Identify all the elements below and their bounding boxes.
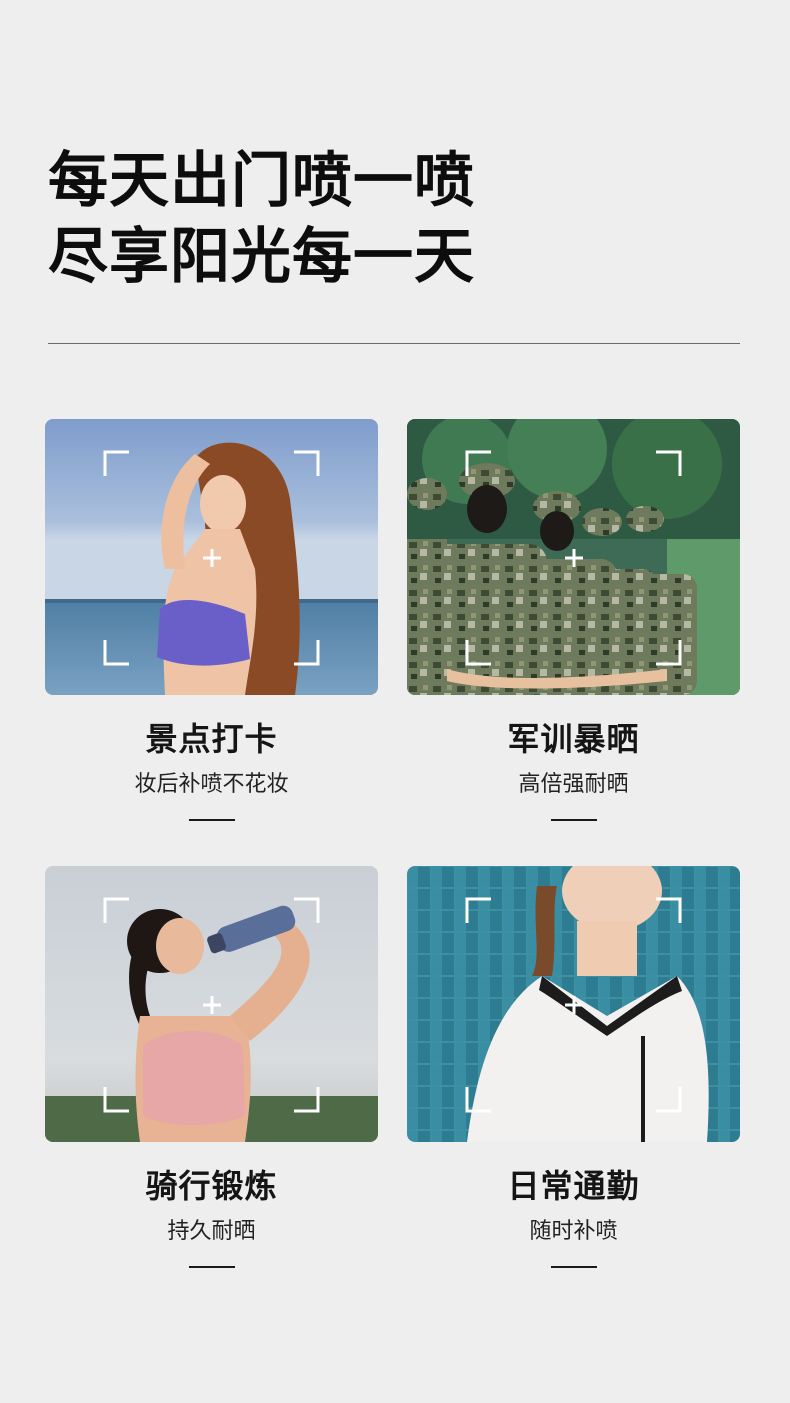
card-underline	[188, 1266, 235, 1268]
card-title: 军训暴晒	[507, 720, 640, 758]
card-title: 景点打卡	[145, 720, 278, 758]
headline: 每天出门喷一喷 尽享阳光每一天	[48, 143, 748, 295]
scenario-card-sightseeing: 景点打卡 妆后补喷不花妆	[45, 419, 378, 821]
viewfinder-frame-icon	[103, 450, 320, 666]
card-underline	[550, 1266, 597, 1268]
card-title: 骑行锻炼	[145, 1167, 278, 1205]
card-subtitle: 随时补喷	[529, 1219, 618, 1244]
card-underline	[188, 819, 235, 821]
viewfinder-frame-icon	[465, 897, 682, 1113]
scenario-card-commute: 日常通勤 随时补喷	[407, 866, 740, 1268]
commute-portrait-photo	[407, 866, 740, 1142]
military-training-photo	[407, 419, 740, 695]
headline-line-2: 尽享阳光每一天	[48, 222, 475, 292]
card-title: 日常通勤	[507, 1167, 640, 1205]
scenario-card-cycling: 骑行锻炼 持久耐晒	[45, 866, 378, 1268]
card-subtitle: 持久耐晒	[167, 1219, 256, 1244]
viewfinder-frame-icon	[465, 450, 682, 666]
beach-portrait-photo	[45, 419, 378, 695]
card-subtitle: 妆后补喷不花妆	[134, 772, 289, 797]
fitness-drinking-photo	[45, 866, 378, 1142]
headline-line-1: 每天出门喷一喷	[48, 146, 475, 216]
section-divider	[48, 343, 740, 344]
viewfinder-frame-icon	[103, 897, 320, 1113]
scenario-card-military: 军训暴晒 高倍强耐晒	[407, 419, 740, 821]
card-subtitle: 高倍强耐晒	[518, 772, 629, 797]
card-underline	[550, 819, 597, 821]
